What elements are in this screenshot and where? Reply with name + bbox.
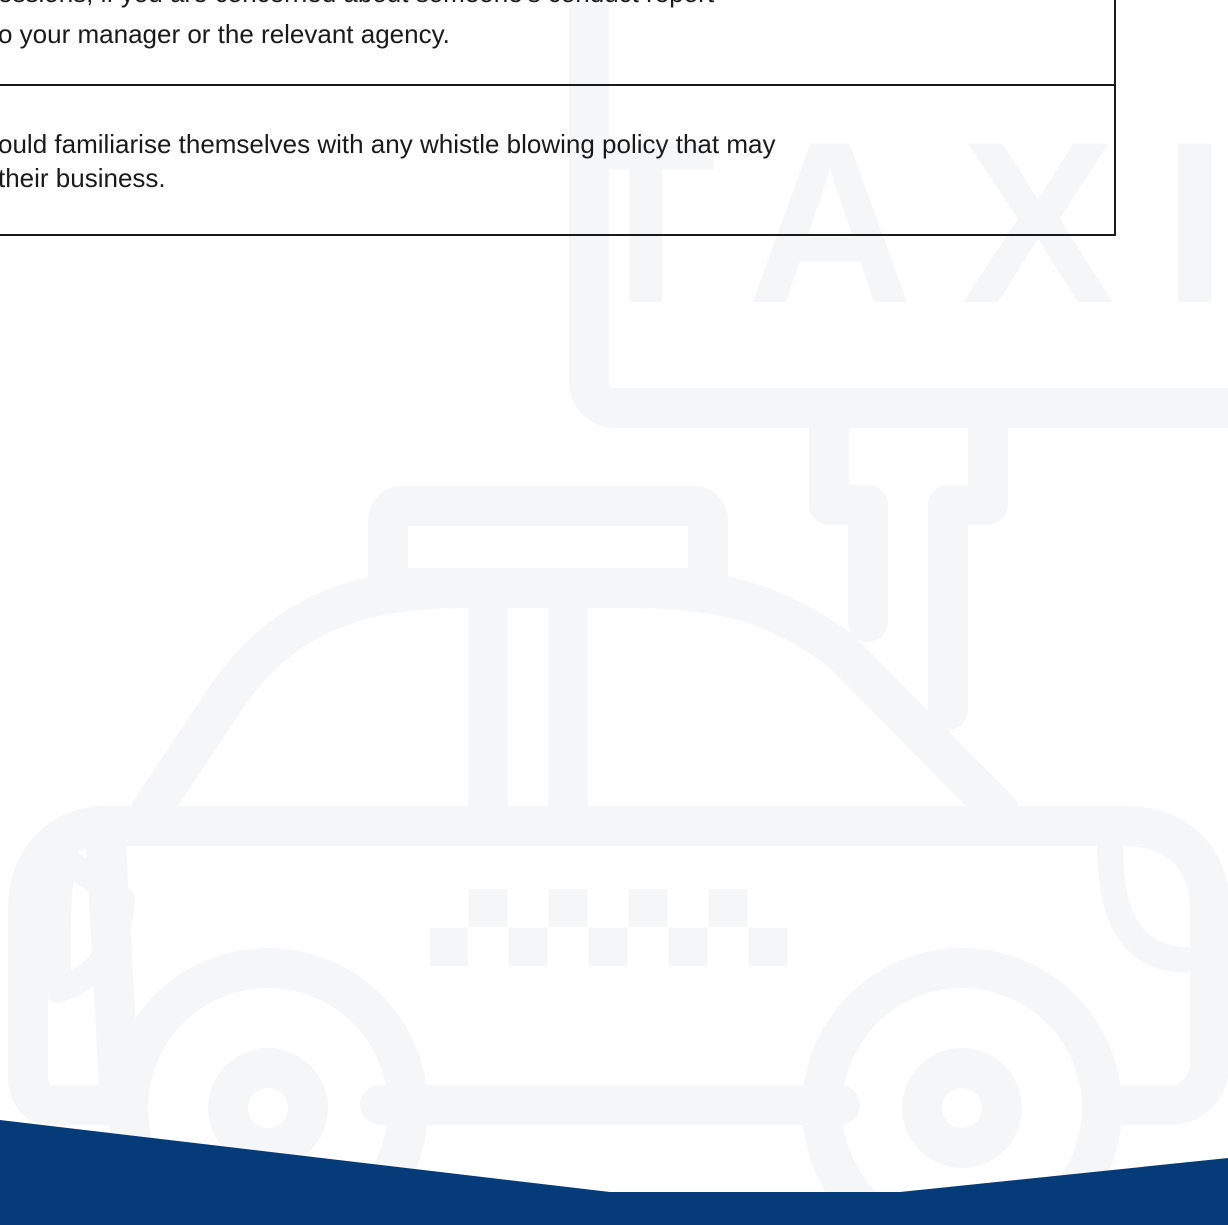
table-row: ould familiarise themselves with any whi… <box>0 86 1114 234</box>
row-text-line: essions, if you are concerned about some… <box>0 0 714 10</box>
taxi-checker-pattern <box>430 889 787 966</box>
footer-band <box>0 1120 1228 1225</box>
content-table: essions, if you are concerned about some… <box>0 0 1116 236</box>
table-row: essions, if you are concerned about some… <box>0 0 1114 86</box>
footer-band-shape <box>0 1120 1228 1225</box>
row-text-line: o your manager or the relevant agency. <box>0 19 450 49</box>
row-text-line: their business. <box>0 163 166 193</box>
row-text-line: ould familiarise themselves with any whi… <box>0 129 776 159</box>
taxi-window-divider <box>468 568 588 832</box>
